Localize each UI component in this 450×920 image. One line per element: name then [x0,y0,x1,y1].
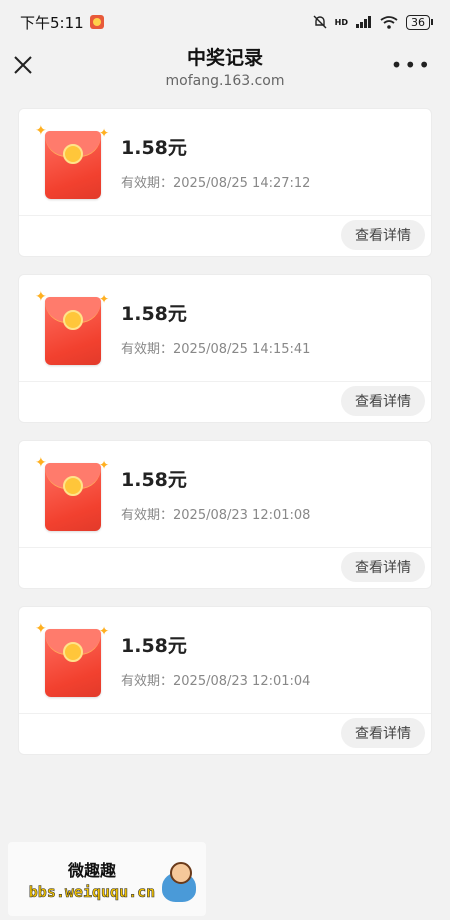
watermark: 微趣趣 bbs.weiququ.cn [8,842,206,916]
envelope-coin [63,310,83,330]
watermark-title: 微趣趣 [67,861,116,880]
record-amount: 1.58元 [121,303,187,325]
status-time: 下午5:11 [20,13,84,32]
record-card-body: ✦ ✦ 1.58元 有效期：2025/08/25 14:15:41 [19,275,431,382]
app-notification-icon [89,15,104,29]
watermark-url: bbs.weiququ.cn [28,883,156,902]
record-card-body: ✦ ✦ 1.58元 有效期：2025/08/23 12:01:04 [19,607,431,714]
view-details-button[interactable]: 查看详情 [341,386,425,416]
view-details-button[interactable]: 查看详情 [341,718,425,748]
signal-icon [356,16,371,28]
mascot-icon [162,862,196,902]
record-card-body: ✦ ✦ 1.58元 有效期：2025/08/23 12:01:08 [19,441,431,548]
record-info: 1.58元 有效期：2025/08/25 14:15:41 [121,299,310,357]
envelope-coin [63,642,83,662]
record-info: 1.58元 有效期：2025/08/25 14:27:12 [121,133,310,191]
view-details-button[interactable]: 查看详情 [341,220,425,250]
envelope-coin [63,476,83,496]
status-left: 下午5:11 [20,12,104,33]
record-validity: 有效期：2025/08/25 14:27:12 [121,176,311,191]
record-validity: 有效期：2025/08/25 14:15:41 [121,342,311,357]
record-info: 1.58元 有效期：2025/08/23 12:01:08 [121,465,310,523]
mute-bell-icon [313,15,327,29]
more-icon[interactable]: ••• [391,55,432,75]
red-envelope-icon: ✦ ✦ [35,124,111,200]
record-card: ✦ ✦ 1.58元 有效期：2025/08/23 12:01:08 查看详情 [18,440,432,589]
page-subtitle: mofang.163.com [165,73,285,89]
record-info: 1.58元 有效期：2025/08/23 12:01:04 [121,631,310,689]
nav-bar: 中奖记录 mofang.163.com ••• [0,44,450,94]
status-bar: 下午5:11 HD 36 [0,0,450,44]
red-envelope-icon: ✦ ✦ [35,290,111,366]
network-type: HD [334,17,348,27]
record-validity: 有效期：2025/08/23 12:01:04 [121,674,311,689]
record-card: ✦ ✦ 1.58元 有效期：2025/08/25 14:27:12 查看详情 [18,108,432,257]
red-envelope-icon: ✦ ✦ [35,456,111,532]
wifi-icon [380,15,398,29]
record-amount: 1.58元 [121,137,187,159]
envelope-coin [63,144,83,164]
record-card-body: ✦ ✦ 1.58元 有效期：2025/08/25 14:27:12 [19,109,431,216]
record-amount: 1.58元 [121,469,187,491]
record-validity: 有效期：2025/08/23 12:01:08 [121,508,311,523]
status-right: HD 36 [313,14,433,30]
close-icon[interactable] [12,54,34,76]
records-list: ✦ ✦ 1.58元 有效期：2025/08/25 14:27:12 查看详情 ✦… [0,94,450,755]
page-title: 中奖记录 [186,47,263,69]
battery-indicator: 36 [406,14,433,30]
record-card: ✦ ✦ 1.58元 有效期：2025/08/25 14:15:41 查看详情 [18,274,432,423]
record-card: ✦ ✦ 1.58元 有效期：2025/08/23 12:01:04 查看详情 [18,606,432,755]
record-amount: 1.58元 [121,635,187,657]
red-envelope-icon: ✦ ✦ [35,622,111,698]
view-details-button[interactable]: 查看详情 [341,552,425,582]
